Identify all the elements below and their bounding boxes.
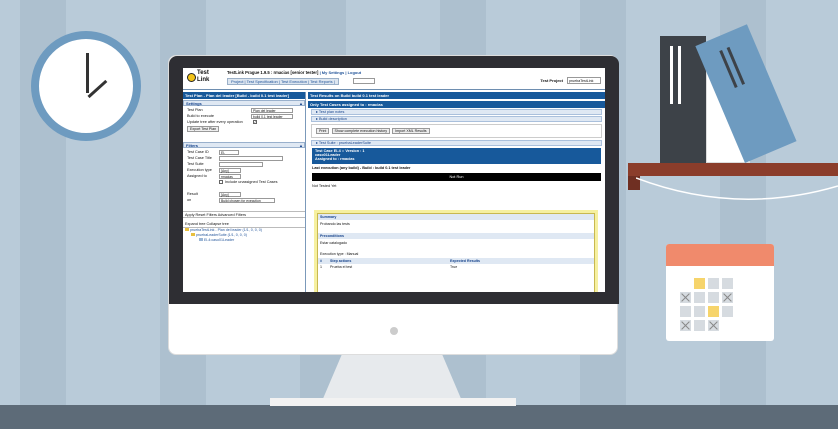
- clock-icon: [31, 31, 141, 141]
- folder-icon: [191, 233, 195, 236]
- filters-title: Filters: [186, 143, 199, 148]
- screen: Test Link TestLink Prague 1.9.5 : rmacia…: [183, 68, 605, 292]
- status-badge: Not Run: [312, 173, 601, 181]
- on-label: on: [187, 198, 192, 202]
- test-tree: pruebaTestLink - Plan del leader (1/1, 0…: [183, 228, 305, 243]
- filters-panel-title[interactable]: Filters ▲: [183, 142, 305, 148]
- row-unassigned: Include unassigned Test Cases: [183, 179, 305, 185]
- settings-title: Settings: [186, 101, 202, 106]
- test-case-header: Test Case El-4 :: Version : 1 caso01Lead…: [312, 148, 601, 164]
- last-execution: Last execution (any build) - Build : bui…: [312, 166, 411, 170]
- clock-minute-hand: [87, 79, 108, 99]
- suite-section[interactable]: ▸ Test Suite : pruebaLeaderSuite: [311, 140, 602, 146]
- header-links[interactable]: | My Settings | Logout: [320, 70, 362, 75]
- step-num: 1: [320, 265, 322, 269]
- tree-node-label[interactable]: pruebaTestLink - Plan del leader (1/1, 0…: [190, 228, 262, 232]
- test-case-icon: [199, 238, 203, 241]
- monitor: Test Link TestLink Prague 1.9.5 : rmacia…: [168, 55, 619, 355]
- build-section-label: Build description: [318, 117, 347, 121]
- collapse-icon[interactable]: ▲: [299, 143, 303, 148]
- update-label: Update tree after every operation: [187, 120, 243, 124]
- summary-text: Probando las tests: [320, 222, 350, 226]
- print-button[interactable]: Print: [316, 128, 330, 134]
- main-nav[interactable]: Project | Test Specification | Test Exec…: [227, 78, 339, 85]
- build-section[interactable]: ▸ Build description: [311, 116, 602, 122]
- step-action: Prueba el test: [330, 265, 353, 269]
- testlink-logo: Test Link: [187, 70, 217, 86]
- floor: [0, 405, 838, 429]
- clock-hour-hand: [86, 53, 89, 93]
- assigned-bar: Only Test Cases assigned to : rmacias: [308, 101, 605, 108]
- action-buttons: Print Show complete execution history Im…: [311, 124, 602, 138]
- collapse-icon[interactable]: ▲: [299, 101, 303, 106]
- logo-text: Test Link: [197, 70, 210, 83]
- export-test-plan-button[interactable]: Export Test Plan: [187, 126, 220, 132]
- tree-node-label[interactable]: pruebaLeaderSuite (1/1, 0, 0, 0): [196, 233, 247, 237]
- exec-type-text: Execution type : Manual: [320, 252, 359, 256]
- history-button[interactable]: Show complete execution history: [331, 128, 391, 134]
- row-on: on Build chosen for execution: [183, 197, 305, 203]
- app-header: Test Link TestLink Prague 1.9.5 : rmacia…: [183, 68, 605, 90]
- not-tested: Not Tested Yet: [312, 184, 337, 188]
- project-label: Test Project: [540, 78, 563, 83]
- step-row: 1 Prueba el test True: [318, 264, 594, 270]
- results-bar: Test Results on Build build 0.1 test lea…: [308, 92, 605, 99]
- left-panel: Test Plan - Plan del leader [Build - bui…: [183, 92, 306, 292]
- tc-assigned: Assigned to : rmacias: [315, 157, 355, 161]
- folder-icon: [185, 228, 189, 231]
- suite-section-label: Test Suite : pruebaLeaderSuite: [318, 141, 372, 145]
- unassigned-label: Include unassigned Test Cases: [225, 180, 278, 184]
- right-panel: Test Results on Build build 0.1 test lea…: [308, 92, 605, 292]
- tree-node-label[interactable]: El-4:caso01Leader: [204, 238, 234, 242]
- row-update: Update tree after every operation ✓: [183, 119, 305, 125]
- monitor-bezel: Test Link TestLink Prague 1.9.5 : rmacia…: [169, 56, 619, 304]
- tree-buttons[interactable]: Expand tree Collapse tree: [183, 221, 305, 228]
- settings-panel-title[interactable]: Settings ▲: [183, 100, 305, 106]
- calendar-icon: [666, 244, 774, 341]
- update-checkbox[interactable]: ✓: [253, 120, 257, 124]
- shelf: [628, 163, 838, 176]
- monitor-base: [270, 398, 516, 406]
- unassigned-checkbox[interactable]: [219, 180, 223, 184]
- precond-text: Estar catalogado: [320, 241, 347, 245]
- notes-section[interactable]: ▸ Test plan notes: [311, 109, 602, 115]
- nav-search-input[interactable]: [353, 78, 375, 84]
- tree-node-case[interactable]: El-4:caso01Leader: [185, 238, 305, 243]
- notes-section-label: Test plan notes: [318, 110, 345, 114]
- plan-bar: Test Plan - Plan del leader [Build - bui…: [183, 92, 305, 99]
- project-select[interactable]: pruebaTestLink: [567, 77, 601, 84]
- app-title: TestLink Prague 1.9.5 : rmacias [senior …: [227, 70, 361, 75]
- logo-icon: [187, 73, 196, 82]
- filter-buttons[interactable]: Apply Reset Filters Advanced Filters: [183, 211, 305, 218]
- monitor-power-dot: [390, 327, 398, 335]
- app-title-text: TestLink Prague 1.9.5 : rmacias [senior …: [227, 70, 319, 75]
- step-expected: True: [450, 265, 458, 269]
- shelf-cable: [636, 177, 838, 200]
- monitor-stand: [322, 355, 462, 401]
- import-xml-button[interactable]: Import XML Results: [392, 128, 430, 134]
- test-spec-panel: Summary Probando las tests Preconditions…: [314, 210, 598, 292]
- on-select[interactable]: Build chosen for execution: [219, 198, 275, 203]
